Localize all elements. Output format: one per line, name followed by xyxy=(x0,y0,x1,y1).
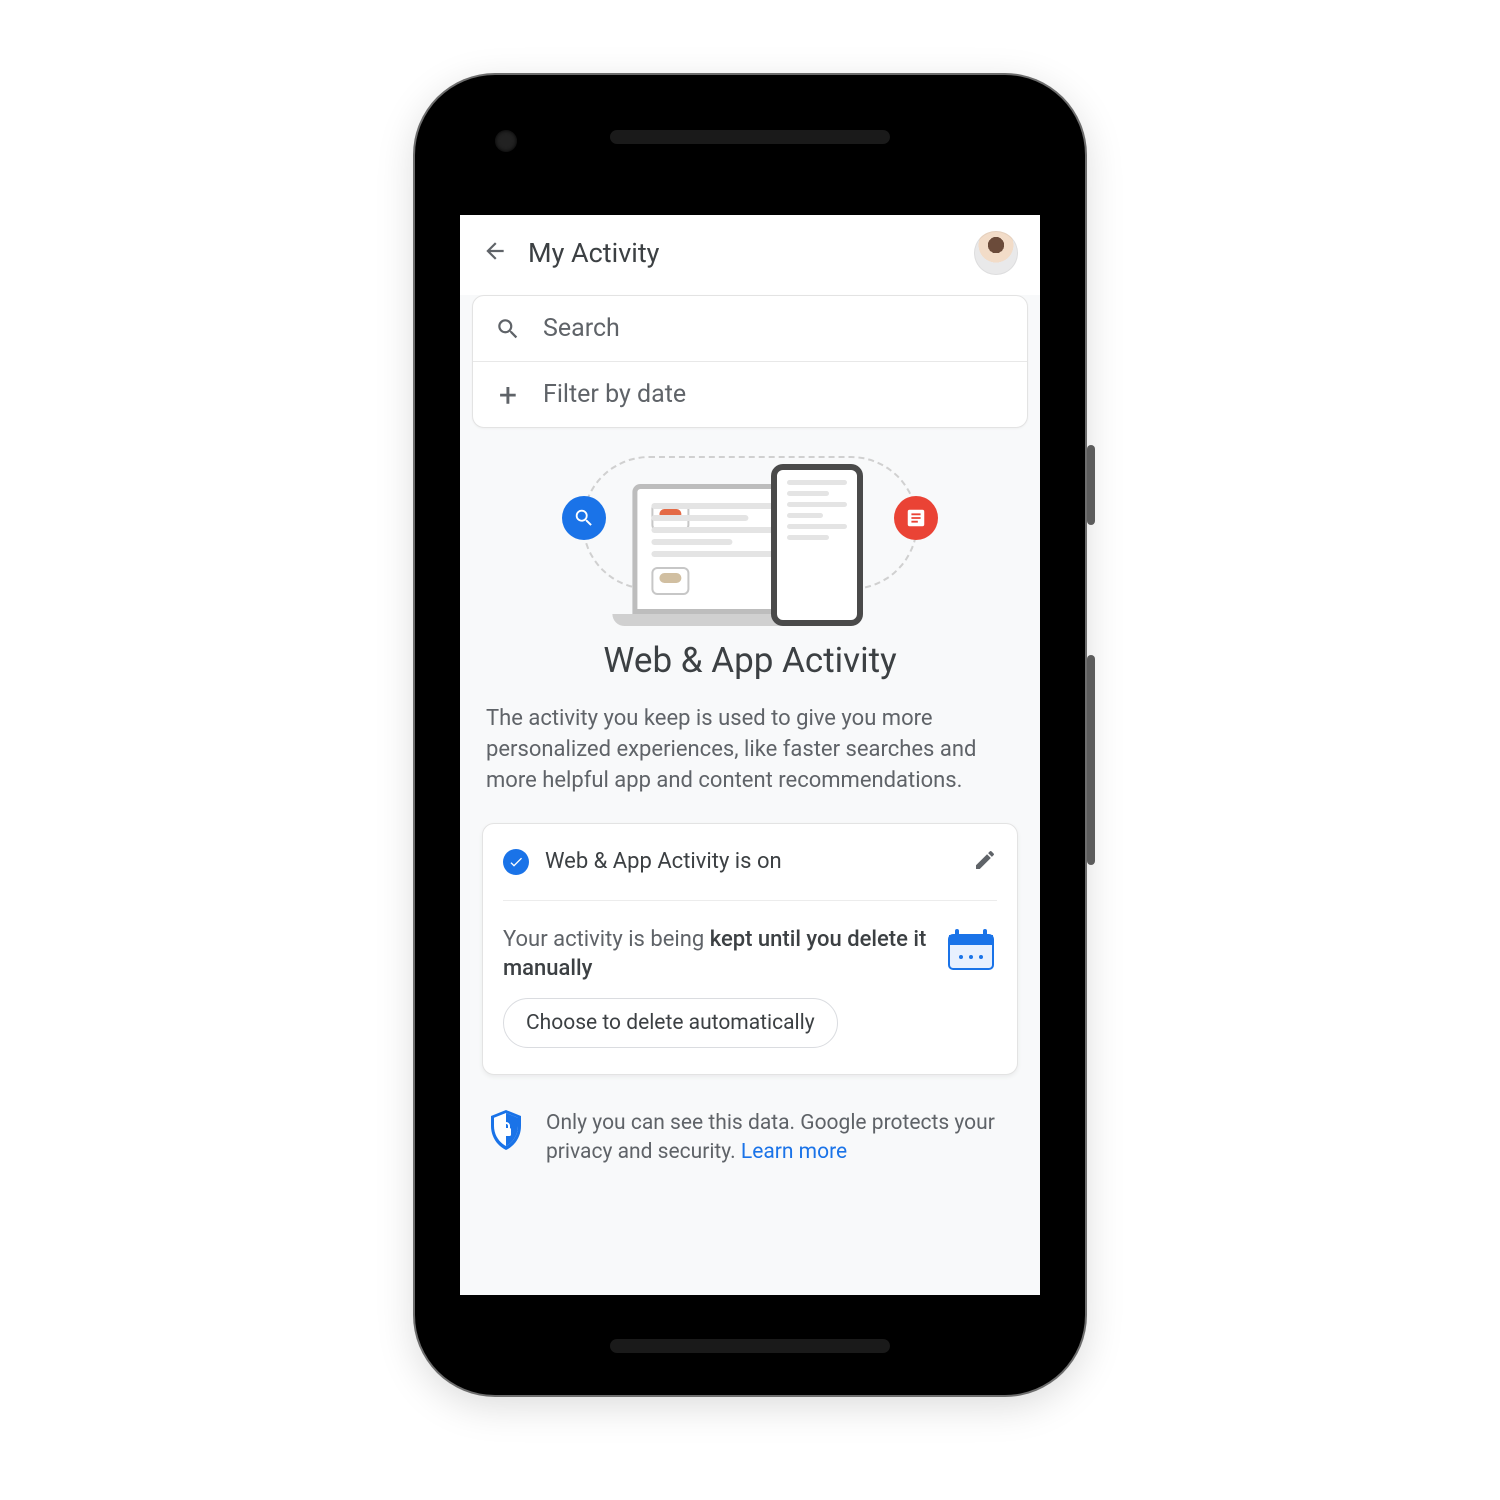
app-bar: My Activity xyxy=(460,215,1040,295)
search-placeholder: Search xyxy=(543,314,620,343)
section-description: The activity you keep is used to give yo… xyxy=(486,703,1014,797)
search-badge-icon xyxy=(562,496,606,540)
phone-camera xyxy=(495,130,517,152)
check-circle-icon xyxy=(503,849,529,875)
calendar-icon xyxy=(945,925,997,977)
retention-text: Your activity is being kept until you de… xyxy=(503,925,929,984)
page-title: My Activity xyxy=(528,237,659,269)
privacy-row: Only you can see this data. Google prote… xyxy=(482,1109,1018,1168)
back-button[interactable] xyxy=(482,238,508,268)
filter-row[interactable]: + Filter by date xyxy=(473,361,1027,427)
phone-frame: My Activity Search + Filter by date xyxy=(415,75,1085,1395)
hero-illustration xyxy=(482,456,1018,626)
arrow-back-icon xyxy=(482,238,508,264)
account-avatar[interactable] xyxy=(974,231,1018,275)
privacy-text: Only you can see this data. Google prote… xyxy=(546,1109,1012,1168)
phone-side-button xyxy=(1087,445,1095,525)
auto-delete-button[interactable]: Choose to delete automatically xyxy=(503,998,838,1048)
status-card: Web & App Activity is on Your activity i… xyxy=(482,823,1018,1075)
phone-speaker-top xyxy=(610,130,890,144)
edit-button[interactable] xyxy=(973,848,997,876)
screen: My Activity Search + Filter by date xyxy=(460,215,1040,1295)
article-badge-icon xyxy=(894,496,938,540)
section-title: Web & App Activity xyxy=(482,640,1018,681)
phone-illustration xyxy=(771,464,863,626)
phone-side-button xyxy=(1087,655,1095,865)
learn-more-link[interactable]: Learn more xyxy=(741,1140,847,1164)
search-icon xyxy=(495,316,521,342)
shield-lock-icon xyxy=(488,1109,524,1155)
search-card: Search + Filter by date xyxy=(472,295,1028,428)
phone-speaker-bottom xyxy=(610,1339,890,1353)
filter-label: Filter by date xyxy=(543,380,686,409)
activity-status-row[interactable]: Web & App Activity is on xyxy=(503,824,997,900)
activity-on-label: Web & App Activity is on xyxy=(545,849,782,874)
search-row[interactable]: Search xyxy=(473,296,1027,361)
